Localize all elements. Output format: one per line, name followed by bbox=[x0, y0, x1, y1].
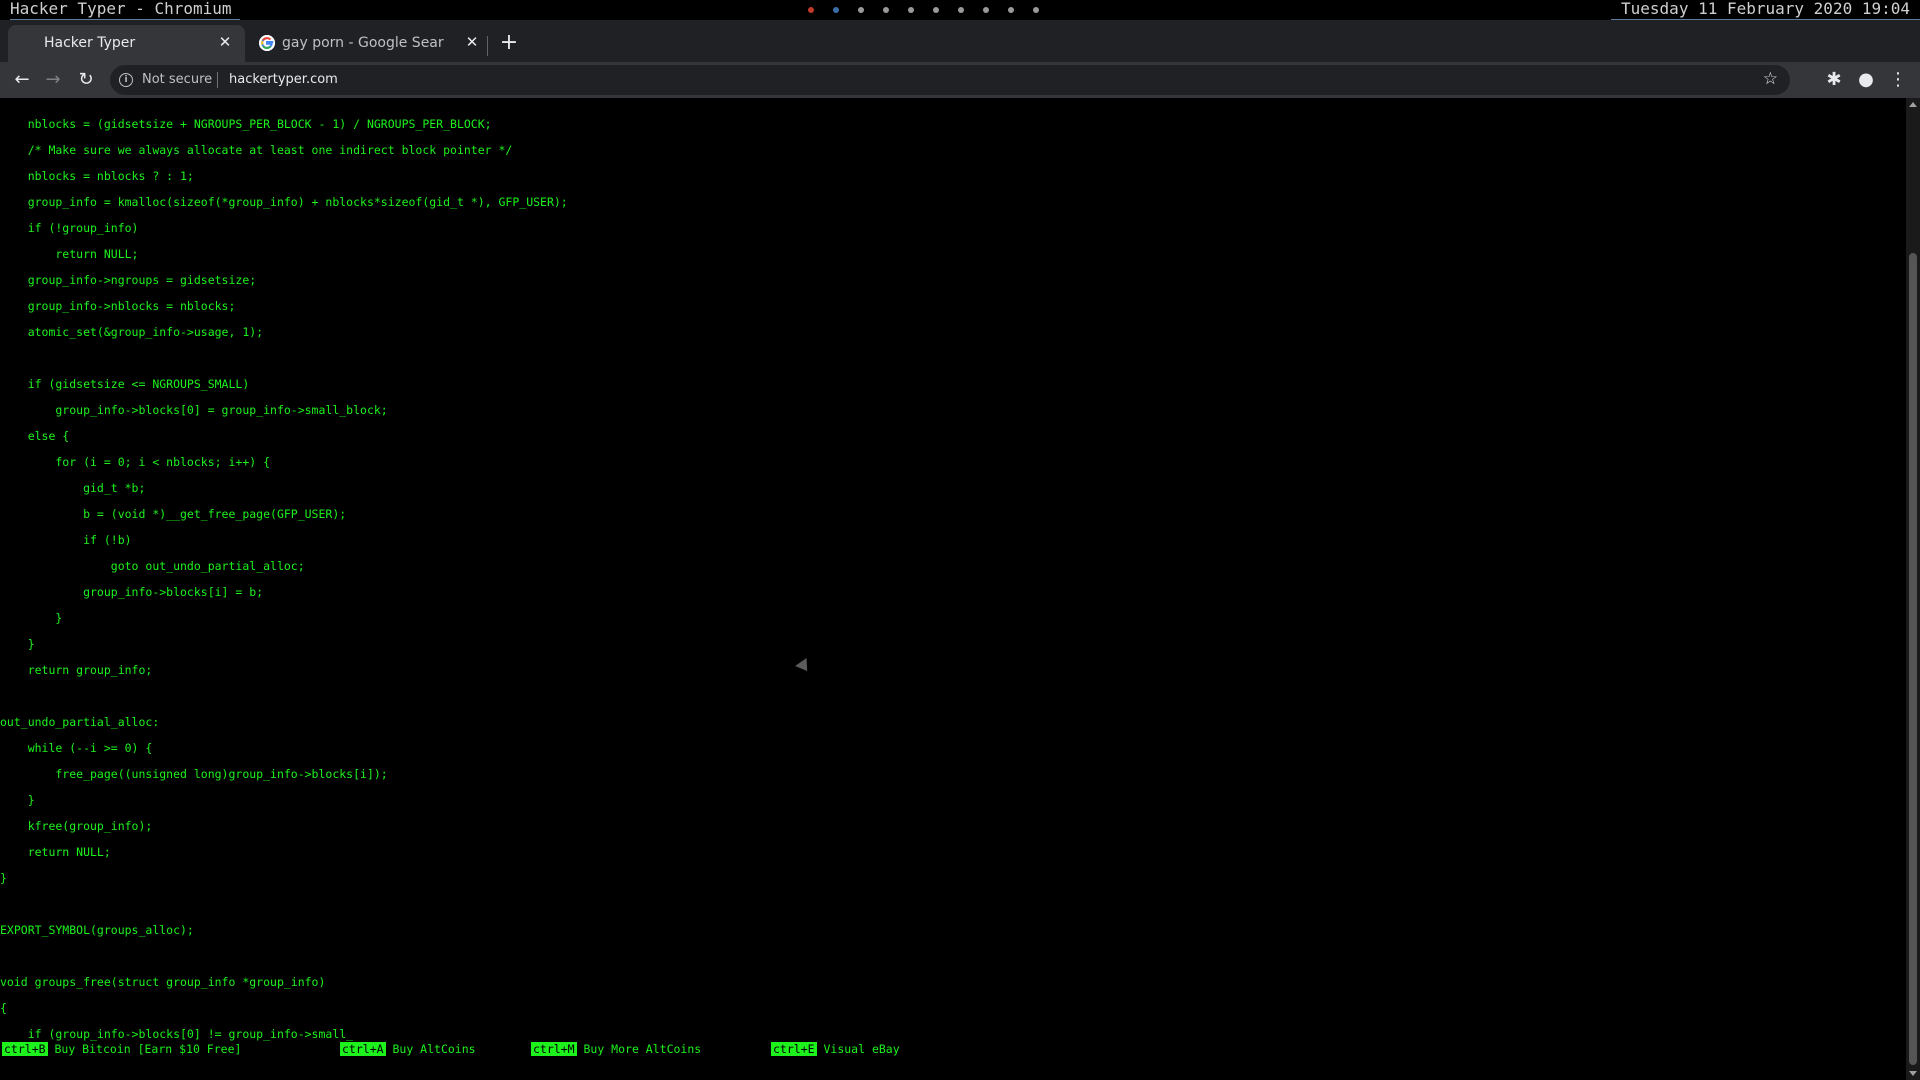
scrollbar-thumb[interactable] bbox=[1909, 253, 1917, 1065]
more-vert-icon: ⋮ bbox=[1889, 69, 1907, 90]
workspace-switcher bbox=[808, 0, 1039, 20]
shortcut-key: ctrl+B bbox=[2, 1042, 48, 1056]
code-line: nblocks = nblocks ? : 1; bbox=[0, 169, 194, 183]
workspace-dot[interactable] bbox=[958, 7, 964, 13]
code-line: for (i = 0; i < nblocks; i++) { bbox=[0, 455, 271, 469]
code-line: group_info->ngroups = gidsetsize; bbox=[0, 273, 257, 287]
code-line: group_info->blocks[i] = b; bbox=[0, 585, 264, 599]
link-label: Buy Bitcoin [Earn $10 Free] bbox=[54, 1042, 242, 1056]
profile-button[interactable]: ● bbox=[1854, 68, 1878, 92]
tab-strip: Hacker Typer ✕ gay porn - Google Sear ✕ … bbox=[0, 20, 1920, 62]
code-line: if (gidsetsize <= NGROUPS_SMALL) bbox=[0, 377, 250, 391]
code-line: kfree(group_info); bbox=[0, 819, 153, 833]
code-line: free_page((unsigned long)group_info->blo… bbox=[0, 767, 388, 781]
code-output: nblocks = (gidsetsize + NGROUPS_PER_BLOC… bbox=[0, 111, 568, 1047]
tab-hacker-typer[interactable]: Hacker Typer ✕ bbox=[8, 25, 245, 62]
arrow-left-icon: ← bbox=[14, 69, 30, 90]
tab-google-search[interactable]: gay porn - Google Sear ✕ bbox=[250, 25, 480, 62]
menu-button[interactable]: ⋮ bbox=[1886, 68, 1910, 92]
code-line: { bbox=[0, 1001, 7, 1015]
code-line: gid_t *b; bbox=[0, 481, 146, 495]
workspace-dot[interactable] bbox=[908, 7, 914, 13]
code-line: } bbox=[0, 871, 7, 885]
code-line: while (--i >= 0) { bbox=[0, 741, 153, 755]
close-icon[interactable]: ✕ bbox=[217, 34, 233, 50]
link-label: Buy AltCoins bbox=[392, 1042, 476, 1056]
link-label: Visual eBay bbox=[823, 1042, 900, 1056]
code-line: goto out_undo_partial_alloc; bbox=[0, 559, 305, 573]
code-line: group_info = kmalloc(sizeof(*group_info)… bbox=[0, 195, 568, 209]
puzzle-icon: ✱ bbox=[1826, 69, 1842, 90]
google-icon bbox=[259, 35, 275, 51]
workspace-dot[interactable] bbox=[983, 7, 989, 13]
code-line: group_info->blocks[0] = group_info->smal… bbox=[0, 403, 388, 417]
code-line: if (!b) bbox=[0, 533, 132, 547]
account-icon: ● bbox=[1858, 69, 1874, 90]
window-title: Hacker Typer - Chromium bbox=[10, 0, 240, 21]
reload-button[interactable]: ↻ bbox=[74, 68, 98, 92]
extensions-button[interactable]: ✱ bbox=[1822, 68, 1846, 92]
back-button[interactable]: ← bbox=[10, 68, 34, 92]
system-bar: Hacker Typer - Chromium Tuesday 11 Febru… bbox=[0, 0, 1920, 21]
tab-title: gay porn - Google Sear bbox=[282, 35, 444, 51]
shortcut-key: ctrl+E bbox=[771, 1042, 817, 1056]
code-line: atomic_set(&group_info->usage, 1); bbox=[0, 325, 264, 339]
tab-divider bbox=[487, 36, 488, 56]
code-line: out_undo_partial_alloc: bbox=[0, 715, 160, 729]
hacker-typer-page[interactable]: nblocks = (gidsetsize + NGROUPS_PER_BLOC… bbox=[0, 98, 1906, 1080]
mouse-cursor-icon bbox=[795, 657, 813, 676]
bookmark-star-icon[interactable]: ☆ bbox=[1763, 69, 1778, 89]
code-line: if (!group_info) bbox=[0, 221, 139, 235]
close-icon[interactable]: ✕ bbox=[464, 34, 480, 50]
workspace-dot[interactable] bbox=[1008, 7, 1014, 13]
browser-toolbar: ← → ↻ i Not secure hackertyper.com ☆ ✱ ●… bbox=[0, 62, 1920, 98]
workspace-dot[interactable] bbox=[1033, 7, 1039, 13]
code-line: else { bbox=[0, 429, 70, 443]
link-label: Buy More AltCoins bbox=[583, 1042, 702, 1056]
info-icon[interactable]: i bbox=[119, 73, 133, 87]
code-line: return NULL; bbox=[0, 845, 111, 859]
forward-button[interactable]: → bbox=[41, 68, 65, 92]
code-line: } bbox=[0, 793, 35, 807]
shortcut-key: ctrl+M bbox=[531, 1042, 577, 1056]
code-line: } bbox=[0, 637, 35, 651]
buy-altcoins-link[interactable]: ctrl+A Buy AltCoins bbox=[340, 1041, 476, 1057]
code-line: } bbox=[0, 611, 63, 625]
code-line: return group_info; bbox=[0, 663, 153, 677]
reload-icon: ↻ bbox=[78, 69, 94, 90]
visual-ebay-link[interactable]: ctrl+E Visual eBay bbox=[771, 1041, 900, 1057]
code-line: /* Make sure we always allocate at least… bbox=[0, 143, 513, 157]
omnibox-divider bbox=[217, 72, 218, 88]
code-line: group_info->nblocks = nblocks; bbox=[0, 299, 236, 313]
security-status[interactable]: Not secure bbox=[142, 72, 212, 87]
new-tab-button[interactable]: + bbox=[497, 31, 521, 55]
shortcut-key: ctrl+A bbox=[340, 1042, 386, 1056]
workspace-dot[interactable] bbox=[858, 7, 864, 13]
code-line: b = (void *)__get_free_page(GFP_USER); bbox=[0, 507, 347, 521]
workspace-dot[interactable] bbox=[883, 7, 889, 13]
url-text[interactable]: hackertyper.com bbox=[229, 72, 338, 87]
scroll-down-icon[interactable] bbox=[1909, 1071, 1917, 1076]
scroll-up-icon[interactable] bbox=[1909, 102, 1917, 107]
code-line: nblocks = (gidsetsize + NGROUPS_PER_BLOC… bbox=[0, 117, 492, 131]
code-line: return NULL; bbox=[0, 247, 139, 261]
workspace-dot[interactable] bbox=[808, 7, 814, 13]
clock: Tuesday 11 February 2020 19:04 bbox=[1611, 0, 1920, 21]
page-scrollbar[interactable] bbox=[1906, 98, 1920, 1080]
buy-more-altcoins-link[interactable]: ctrl+M Buy More AltCoins bbox=[531, 1041, 701, 1057]
code-line: EXPORT_SYMBOL(groups_alloc); bbox=[0, 923, 194, 937]
code-line: void groups_free(struct group_info *grou… bbox=[0, 975, 326, 989]
shortcut-links: ctrl+B Buy Bitcoin [Earn $10 Free] ctrl+… bbox=[0, 1041, 1906, 1057]
tab-title: Hacker Typer bbox=[44, 35, 136, 51]
workspace-dot[interactable] bbox=[933, 7, 939, 13]
arrow-right-icon: → bbox=[45, 69, 61, 90]
buy-bitcoin-link[interactable]: ctrl+B Buy Bitcoin [Earn $10 Free] bbox=[2, 1041, 241, 1057]
workspace-dot[interactable] bbox=[833, 7, 839, 13]
address-bar[interactable]: i Not secure hackertyper.com ☆ bbox=[110, 65, 1790, 95]
